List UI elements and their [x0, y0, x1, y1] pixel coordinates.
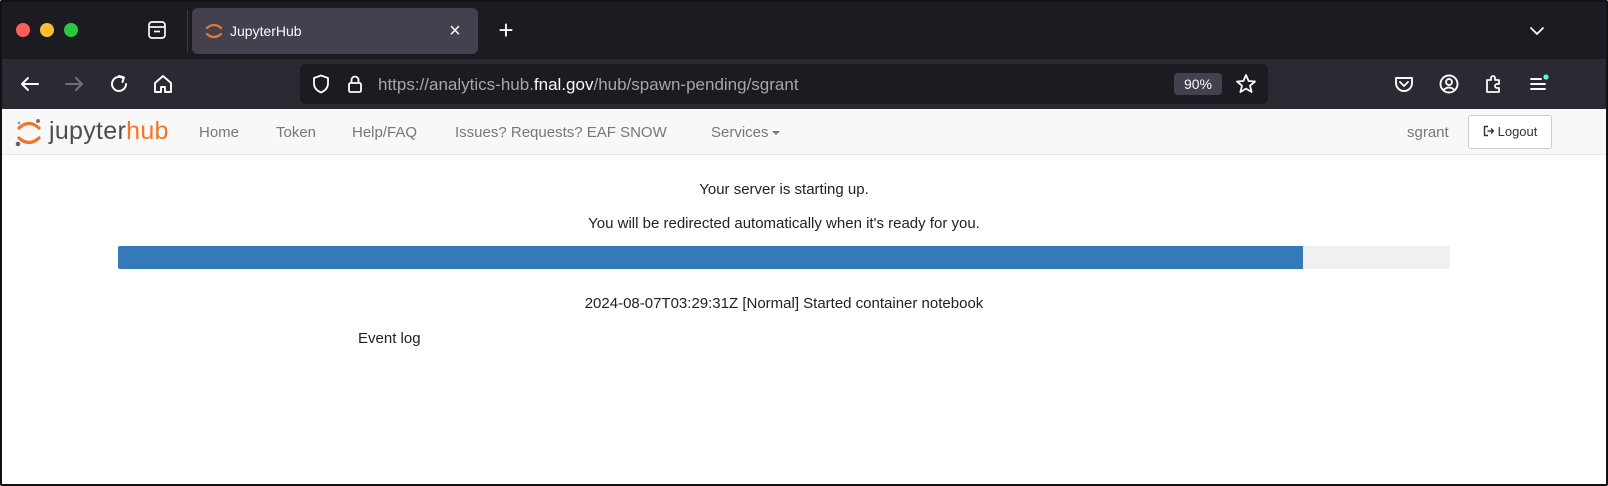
nav-token-link[interactable]: Token — [276, 124, 316, 141]
url-text[interactable]: https://analytics-hub.fnal.gov/hub/spawn… — [378, 75, 799, 95]
caret-down-icon — [771, 131, 780, 136]
jupyter-favicon-icon — [204, 21, 224, 41]
jupyterhub-header: jupyterhub Home Token Help/FAQ Issues? R… — [2, 109, 1606, 155]
tab-jupyterhub[interactable]: JupyterHub × — [192, 8, 478, 54]
status-message-starting: Your server is starting up. — [699, 181, 869, 198]
maximize-window-button[interactable] — [64, 23, 78, 37]
account-icon[interactable] — [1436, 71, 1462, 97]
nav-services-dropdown[interactable]: Services — [711, 124, 780, 141]
url-prefix: https://analytics-hub. — [378, 75, 534, 94]
tab-divider — [187, 10, 188, 52]
url-bar[interactable]: https://analytics-hub.fnal.gov/hub/spawn… — [300, 64, 1268, 104]
nav-help-faq-link[interactable]: Help/FAQ — [352, 124, 417, 141]
jupyterhub-wordmark: jupyterhub — [49, 117, 169, 145]
spawn-progress-bar — [118, 246, 1450, 269]
logout-button[interactable]: Logout — [1468, 115, 1552, 149]
new-tab-button[interactable]: + — [492, 16, 520, 44]
nav-home-link[interactable]: Home — [199, 124, 239, 141]
back-arrow-icon[interactable] — [17, 71, 43, 97]
spawn-progress-fill — [118, 246, 1304, 269]
tab-title: JupyterHub — [230, 23, 302, 39]
list-all-tabs-chevron-icon[interactable] — [1526, 20, 1548, 42]
reload-icon[interactable] — [106, 71, 132, 97]
url-path: /hub/spawn-pending/sgrant — [593, 75, 799, 94]
app-menu-icon[interactable] — [1526, 71, 1552, 97]
extensions-icon[interactable] — [1481, 71, 1507, 97]
nav-issues-requests-link[interactable]: Issues? Requests? EAF SNOW — [455, 124, 667, 141]
firefox-view-icon[interactable] — [146, 19, 168, 41]
logout-label: Logout — [1497, 124, 1538, 139]
tracking-protection-shield-icon[interactable] — [310, 73, 332, 95]
close-window-button[interactable] — [16, 23, 30, 37]
browser-window: JupyterHub × + https://analytics-hub.fna… — [0, 0, 1608, 486]
url-host: fnal.gov — [533, 75, 594, 94]
pocket-icon[interactable] — [1391, 71, 1417, 97]
minimize-window-button[interactable] — [40, 23, 54, 37]
nav-toolbar: https://analytics-hub.fnal.gov/hub/spawn… — [2, 59, 1606, 109]
tab-strip: JupyterHub × + — [2, 2, 1606, 59]
forward-arrow-icon[interactable] — [61, 71, 87, 97]
progress-event-message: 2024-08-07T03:29:31Z [Normal] Started co… — [584, 295, 984, 312]
jupyter-logo-icon — [14, 117, 44, 149]
sign-out-icon — [1483, 117, 1495, 137]
nav-services-label: Services — [711, 124, 769, 141]
lock-icon[interactable] — [344, 73, 366, 95]
username-label: sgrant — [1407, 124, 1449, 141]
bookmark-star-icon[interactable] — [1234, 72, 1258, 96]
home-icon[interactable] — [150, 71, 176, 97]
zoom-level-badge[interactable]: 90% — [1174, 73, 1222, 95]
jupyterhub-logo[interactable]: jupyterhub — [14, 115, 189, 151]
status-message-redirect: You will be redirected automatically whe… — [588, 215, 980, 232]
event-log-toggle[interactable]: Event log — [358, 330, 421, 347]
tab-close-icon[interactable]: × — [442, 18, 468, 44]
